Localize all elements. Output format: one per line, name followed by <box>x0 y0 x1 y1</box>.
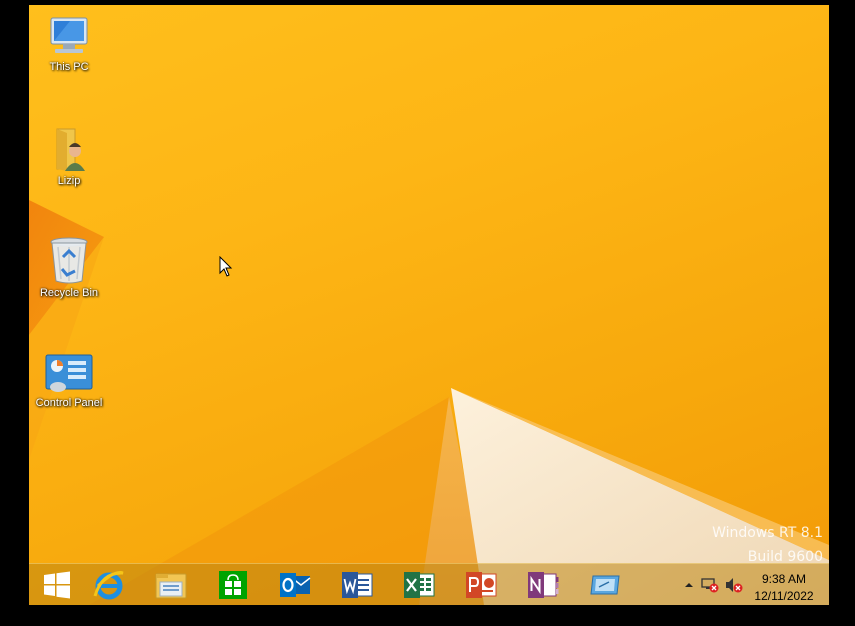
outlook-icon <box>280 573 311 597</box>
word-icon <box>342 572 373 598</box>
start-button[interactable] <box>29 564 85 605</box>
store-icon <box>219 571 247 599</box>
volume-muted-icon[interactable] <box>725 577 743 593</box>
user-folder-icon <box>56 128 85 171</box>
desktop-icon-label: Recycle Bin <box>39 287 99 299</box>
taskbar-outlook[interactable] <box>267 564 323 605</box>
internet-explorer-icon <box>93 571 124 600</box>
watermark-edition: Windows RT 8.1 <box>712 525 823 541</box>
onenote-icon <box>528 572 559 598</box>
clock-time: 9:38 AM <box>761 572 807 586</box>
recycle-bin-icon <box>50 237 88 284</box>
mouse-cursor-icon <box>219 256 233 277</box>
file-explorer-icon <box>155 573 187 599</box>
desktop-icon-recycle-bin[interactable]: Recycle Bin <box>29 235 109 299</box>
os-version-watermark: Windows RT 8.1 Build 9600 <box>712 521 823 569</box>
show-hidden-icons-chevron-icon[interactable] <box>684 581 694 589</box>
desktop-icon-label: Lizip <box>57 175 81 187</box>
taskbar-remote-desktop[interactable] <box>577 564 633 605</box>
desktop[interactable]: This PC Lizip Recycle Bin Control Panel … <box>29 5 829 605</box>
taskbar-powerpoint[interactable] <box>453 564 509 605</box>
desktop-icon-lizip[interactable]: Lizip <box>29 125 109 187</box>
desktop-icon-label: This PC <box>49 61 89 73</box>
taskbar-store[interactable] <box>205 564 261 605</box>
network-disconnected-icon[interactable] <box>701 577 719 593</box>
clock-date: 12/11/2022 <box>754 589 814 603</box>
taskbar-onenote[interactable] <box>515 564 571 605</box>
wallpaper <box>29 200 829 605</box>
this-pc-icon <box>50 17 88 53</box>
desktop-icon-this-pc[interactable]: This PC <box>29 15 109 73</box>
desktop-icon-control-panel[interactable]: Control Panel <box>29 353 109 409</box>
powerpoint-icon <box>466 572 497 598</box>
system-tray: 9:38 AM 12/11/2022 <box>679 564 829 605</box>
excel-icon <box>404 572 435 598</box>
taskbar-word[interactable] <box>329 564 385 605</box>
desktop-icon-label: Control Panel <box>35 397 103 409</box>
remote-desktop-icon <box>590 575 620 595</box>
windows-start-icon <box>44 571 70 599</box>
control-panel-icon <box>45 354 93 392</box>
taskbar-file-explorer[interactable] <box>143 564 199 605</box>
clock[interactable]: 9:38 AM 12/11/2022 <box>749 571 819 605</box>
taskbar-excel[interactable] <box>391 564 447 605</box>
taskbar-internet-explorer[interactable] <box>81 564 137 605</box>
taskbar: 9:38 AM 12/11/2022 <box>29 563 829 605</box>
